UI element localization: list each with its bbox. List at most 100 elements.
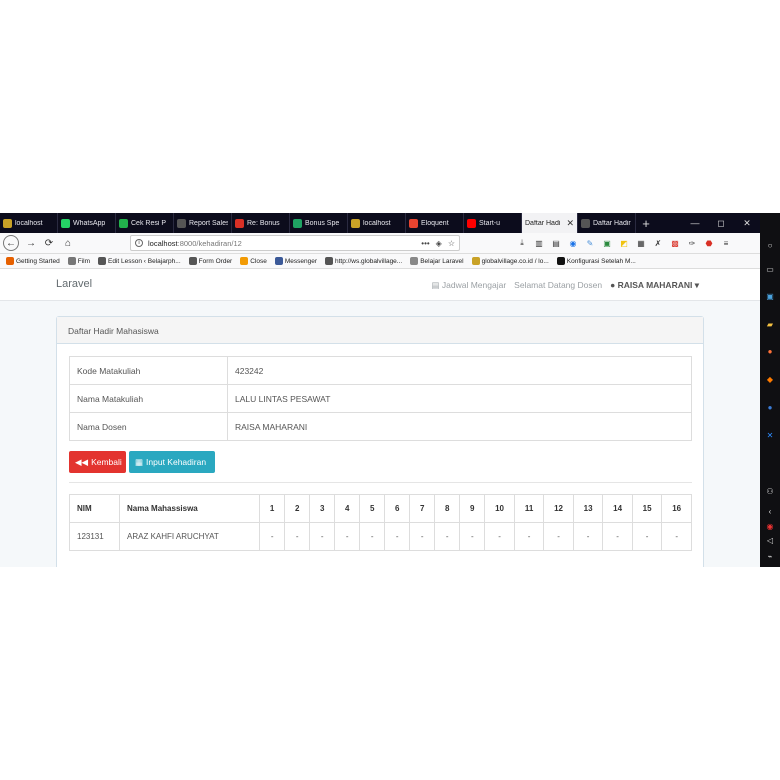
bookmark-item[interactable]: Getting Started (6, 257, 60, 265)
bookmark-item[interactable]: Belajar Laravel (410, 257, 464, 265)
cell-attendance-mark: - (631, 522, 663, 551)
browser-tab[interactable]: Bonus Spe (290, 213, 348, 233)
task-view-icon[interactable]: ▭ (764, 263, 776, 275)
user-name: RAISA MAHARANI (617, 280, 693, 290)
browser-tab[interactable]: localhost (348, 213, 406, 233)
browser-tab[interactable]: WhatsApp (58, 213, 116, 233)
welcome-text: Selamat Datang Dosen (514, 280, 603, 290)
antivirus-icon[interactable]: ◉ (764, 520, 776, 532)
bookmark-label: globalvillage.co.id / lo... (481, 257, 549, 265)
app-icon[interactable]: ◆ (764, 373, 776, 385)
bookmark-item[interactable]: Close (240, 257, 267, 265)
extension-icon[interactable]: ✗ (652, 237, 664, 249)
divider (69, 482, 692, 483)
app-icon[interactable]: ▣ (764, 290, 776, 302)
app-icon[interactable]: ✕ (764, 429, 776, 441)
info-icon[interactable]: i (135, 239, 143, 247)
browser-tab[interactable]: Eloquent (406, 213, 464, 233)
user-menu[interactable]: ● RAISA MAHARANI ▾ (610, 280, 699, 291)
url-bar[interactable]: i localhost:8000/kehadiran/12 ••• ◈ ☆ (130, 235, 460, 251)
bookmark-label: Film (77, 257, 91, 265)
info-label: Nama Matakuliah (69, 384, 228, 413)
extension-icon[interactable]: ▣ (601, 237, 613, 249)
extension-icon[interactable]: ◩ (618, 237, 630, 249)
extension-icon[interactable]: ▦ (635, 237, 647, 249)
column-header-meeting: 16 (661, 494, 692, 523)
home-icon[interactable]: ⌂ (61, 236, 75, 250)
close-window-button[interactable]: ✕ (734, 213, 760, 233)
bookmark-favicon-icon (274, 257, 283, 265)
browser-tab[interactable]: Daftar Hadir M (578, 213, 636, 233)
course-info-table: Kode Matakuliah 423242 Nama Matakuliah LALU… (69, 356, 692, 441)
bookmark-item[interactable]: http://ws.globalvillage... (325, 257, 402, 265)
column-header-meeting: 5 (359, 494, 386, 523)
cell-attendance-mark: - (543, 522, 574, 551)
extension-icon[interactable]: ◉ (567, 237, 579, 249)
new-tab-button[interactable]: + (636, 213, 656, 233)
bookmark-label: Form Order (198, 257, 233, 265)
close-tab-icon[interactable]: ✕ (564, 218, 574, 229)
column-header-meeting: 4 (334, 494, 361, 523)
cell-attendance-mark: - (459, 522, 486, 551)
bookmark-label: Edit Lesson ‹ Belajarph... (108, 257, 181, 265)
extension-icon[interactable]: ✎ (584, 237, 596, 249)
browser-tab[interactable]: Cek Resi P (116, 213, 174, 233)
cell-attendance-mark: - (484, 522, 515, 551)
tab-label: WhatsApp (73, 219, 106, 227)
favicon-icon (581, 218, 590, 228)
url-host: localhost (148, 238, 178, 248)
info-row: Nama Dosen RAISA MAHARANI (69, 412, 692, 441)
toolbar-icons: ⤓ ▥ ▤ ◉ ✎ ▣ ◩ ▦ ✗ ▩ ✑ ⬣ ≡ (516, 237, 732, 249)
bookmark-item[interactable]: Konfigurasi Setelah M... (556, 257, 636, 265)
bookmark-favicon-icon (556, 257, 565, 265)
extension-icon[interactable]: ▩ (669, 237, 681, 249)
page-actions-icon[interactable]: ••• (421, 239, 429, 248)
network-icon[interactable]: ⌁ (764, 550, 776, 562)
bookmark-star-icon[interactable]: ☆ (448, 239, 455, 248)
chevron-left-icon[interactable]: ‹ (764, 505, 776, 517)
input-attendance-button[interactable]: ▦ Input Kehadiran (129, 451, 215, 473)
browser-screenshot: localhost WhatsApp Cek Resi P Report Sales … (0, 213, 780, 567)
folder-icon[interactable]: ▰ (764, 318, 776, 330)
cortana-icon[interactable]: ○ (764, 239, 776, 251)
schedule-link[interactable]: ▤ Jadwal Mengajar (432, 280, 507, 291)
download-icon[interactable]: ⤓ (516, 237, 528, 249)
reload-icon[interactable]: ⟳ (42, 236, 56, 250)
column-header-name: Nama Mahassiswa (119, 494, 261, 523)
browser-tab[interactable]: Re: Bonus (232, 213, 290, 233)
bookmark-item[interactable]: Film (67, 257, 91, 265)
pocket-icon[interactable]: ◈ (436, 239, 442, 248)
panel-heading: Daftar Hadir Mahasiswa (57, 317, 703, 344)
bookmark-item[interactable]: Form Order (188, 257, 233, 265)
app-icon[interactable]: ● (764, 401, 776, 413)
adblock-icon[interactable]: ⬣ (703, 237, 715, 249)
bookmark-label: Konfigurasi Setelah M... (566, 257, 636, 265)
bookmark-item[interactable]: Edit Lesson ‹ Belajarph... (98, 257, 181, 265)
back-icon[interactable]: ← (3, 235, 19, 251)
info-row: Kode Matakuliah 423242 (69, 356, 692, 385)
tab-label: Eloquent (421, 219, 449, 227)
forward-icon[interactable]: → (24, 236, 38, 250)
tab-label: Cek Resi P (131, 219, 167, 227)
minimize-button[interactable]: — (682, 213, 708, 233)
bookmark-item[interactable]: Messenger (274, 257, 317, 265)
sidebar-icon[interactable]: ▤ (550, 237, 562, 249)
browser-tab[interactable]: Start-u (464, 213, 522, 233)
browser-tab[interactable]: Report Sales O (174, 213, 232, 233)
info-label: Kode Matakuliah (69, 356, 228, 385)
library-icon[interactable]: ▥ (533, 237, 545, 249)
menu-icon[interactable]: ≡ (720, 237, 732, 249)
column-header-nim: NIM (68, 494, 121, 523)
bookmark-item[interactable]: globalvillage.co.id / lo... (471, 257, 549, 265)
brand-link[interactable]: Laravel (56, 278, 92, 290)
tab-label: localhost (363, 219, 391, 227)
volume-icon[interactable]: ◁ (764, 534, 776, 546)
eyedropper-icon[interactable]: ✑ (686, 237, 698, 249)
back-button[interactable]: ◀◀ Kembali (69, 451, 126, 473)
favicon-icon (61, 218, 70, 228)
people-icon[interactable]: ⚇ (764, 485, 776, 497)
browser-tab[interactable]: Daftar Hadi ✕ (522, 213, 578, 233)
firefox-icon[interactable]: ● (764, 345, 776, 357)
browser-tab[interactable]: localhost (0, 213, 58, 233)
maximize-button[interactable]: ◻ (708, 213, 734, 233)
